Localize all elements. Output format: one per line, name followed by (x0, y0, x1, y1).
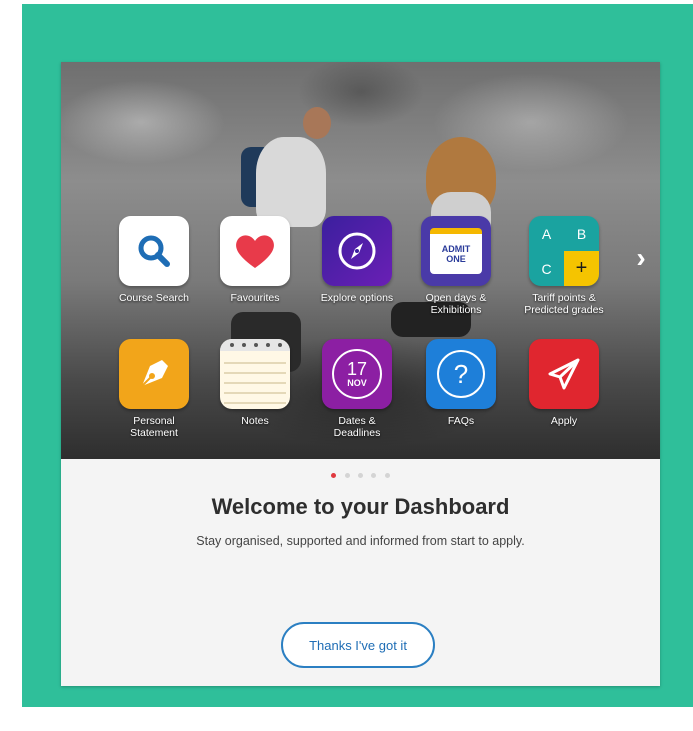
tile-label: Favourites (230, 292, 280, 304)
tile-label: FAQs (447, 415, 475, 427)
grid-cell-plus: + (564, 251, 599, 286)
welcome-subtitle: Stay organised, supported and informed f… (196, 534, 525, 548)
tile-tariff-points[interactable]: A B C + Tariff points & Predicted grades (514, 216, 614, 316)
tile-label: Tariff points & Predicted grades (524, 292, 604, 316)
welcome-title: Welcome to your Dashboard (211, 494, 510, 519)
tile-apply[interactable]: Apply (514, 339, 614, 427)
pagination-dots (61, 465, 660, 483)
got-it-button[interactable]: Thanks I've got it (281, 622, 435, 668)
hero-photo: Course Search Favourites Explore options… (61, 62, 660, 459)
grid-cell-c: C (541, 260, 552, 277)
question-icon: ? (426, 339, 496, 409)
tile-open-days[interactable]: ADMIT ONE Open days & Exhibitions (406, 216, 506, 316)
tile-notes[interactable]: Notes (205, 339, 305, 427)
tile-label: Notes (241, 415, 269, 427)
tile-label: Dates & Deadlines (333, 415, 381, 439)
page-dot-5[interactable] (384, 473, 390, 478)
compass-icon (322, 216, 392, 286)
heart-icon (220, 216, 290, 286)
tile-label: Course Search (118, 292, 190, 304)
tile-dates-deadlines[interactable]: 17 NOV Dates & Deadlines (307, 339, 407, 439)
next-page-arrow[interactable]: › (628, 244, 654, 272)
tile-label: Open days & Exhibitions (425, 292, 487, 316)
page-dot-1[interactable] (331, 473, 337, 478)
jumping-man (256, 137, 326, 227)
question-mark: ? (437, 350, 485, 398)
ticket-text: ADMIT ONE (430, 228, 482, 274)
grid-cell-b: B (576, 225, 587, 242)
fountain-pen-icon (119, 339, 189, 409)
dashboard-card: Course Search Favourites Explore options… (61, 62, 660, 686)
tile-personal-statement[interactable]: Personal Statement (104, 339, 204, 439)
tile-label: Apply (550, 415, 578, 427)
calendar-icon: 17 NOV (322, 339, 392, 409)
paper-plane-icon (529, 339, 599, 409)
man-head (303, 107, 331, 139)
search-icon (119, 216, 189, 286)
tile-favourites[interactable]: Favourites (205, 216, 305, 304)
notepad-icon (220, 339, 290, 409)
admit-one-ticket-icon: ADMIT ONE (421, 216, 491, 286)
page-dot-4[interactable] (371, 473, 377, 478)
tile-label: Explore options (320, 292, 394, 304)
tile-faqs[interactable]: ? FAQs (411, 339, 511, 427)
tile-course-search[interactable]: Course Search (104, 216, 204, 304)
tile-explore-options[interactable]: Explore options (307, 216, 407, 304)
grid-cell-a: A (541, 225, 552, 242)
calendar-day: 17 (346, 359, 368, 379)
page-dot-2[interactable] (344, 473, 350, 478)
tariff-grid-icon: A B C + (529, 216, 599, 286)
calendar-month: NOV (347, 378, 367, 388)
tile-label: Personal Statement (130, 415, 178, 439)
page-dot-3[interactable] (358, 473, 363, 478)
